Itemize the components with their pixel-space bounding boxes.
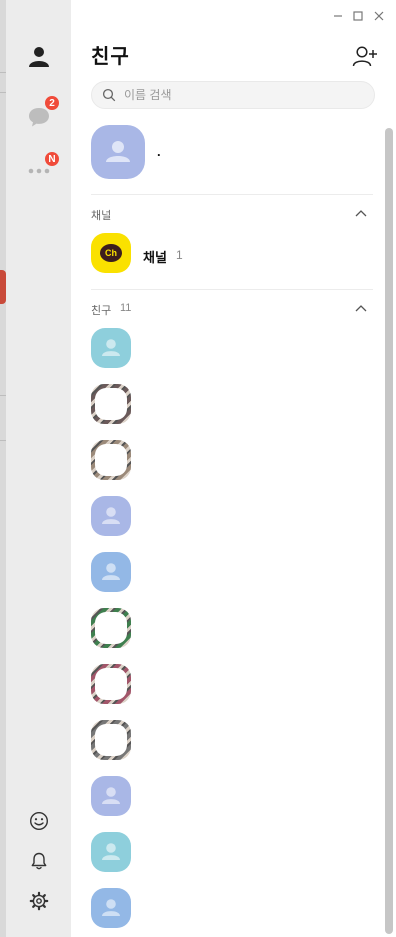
sidebar-item-settings[interactable] (26, 888, 52, 914)
unread-badge: 2 (44, 95, 60, 111)
add-friend-icon (352, 46, 377, 67)
default-avatar-icon (102, 507, 120, 524)
maximize-icon (353, 11, 363, 21)
close-button[interactable] (371, 8, 387, 24)
search-box (91, 81, 375, 109)
sidebar: 2 N (6, 0, 71, 937)
default-avatar-icon (106, 141, 130, 162)
new-badge: N (44, 151, 60, 167)
my-profile-avatar[interactable] (91, 125, 145, 179)
friend-avatar[interactable] (91, 888, 131, 928)
friend-avatar[interactable] (91, 440, 131, 480)
channel-logo-bubble: Ch (100, 244, 122, 262)
sidebar-item-emoticon[interactable] (26, 808, 52, 834)
photo-cutout (95, 612, 127, 644)
channel-logo-text: Ch (105, 248, 117, 258)
friend-avatar[interactable] (91, 328, 131, 368)
sidebar-item-more[interactable]: N (26, 151, 60, 183)
friends-panel: 친구 . 채널 Ch 채널 1 친구 11 (71, 0, 396, 937)
channel-logo[interactable]: Ch (91, 233, 131, 273)
photo-cutout (95, 724, 127, 756)
friend-avatar[interactable] (91, 720, 131, 760)
add-friend-button[interactable] (352, 44, 378, 70)
sidebar-item-friends[interactable] (26, 43, 52, 69)
bell-icon (31, 852, 47, 870)
channel-count: 1 (176, 248, 183, 262)
sidebar-item-notifications[interactable] (26, 848, 52, 874)
search-input[interactable] (122, 87, 356, 103)
photo-cutout (95, 388, 127, 420)
friends-count: 11 (120, 302, 132, 314)
friends-section-label: 친구 (91, 305, 112, 317)
default-avatar-icon (102, 563, 120, 580)
divider (91, 289, 373, 290)
person-icon (29, 47, 49, 67)
channel-name[interactable]: 채널 (143, 247, 167, 266)
gear-icon (29, 891, 49, 911)
friend-avatar[interactable] (91, 608, 131, 648)
friend-avatar[interactable] (91, 776, 131, 816)
default-avatar-icon (102, 899, 120, 916)
minimize-button[interactable] (330, 8, 346, 24)
default-avatar-icon (102, 787, 120, 804)
friend-avatar[interactable] (91, 664, 131, 704)
friend-avatar[interactable] (91, 832, 131, 872)
photo-cutout (95, 668, 127, 700)
divider (91, 194, 373, 195)
my-profile-name[interactable]: . (157, 144, 161, 159)
sidebar-item-chats[interactable]: 2 (26, 95, 60, 130)
smiley-icon (29, 811, 49, 831)
maximize-button[interactable] (350, 8, 366, 24)
default-avatar-icon (102, 843, 120, 860)
close-icon (374, 11, 384, 21)
search-icon (102, 88, 116, 102)
chevron-up-icon[interactable] (355, 304, 367, 312)
friend-avatar[interactable] (91, 384, 131, 424)
photo-cutout (95, 444, 127, 476)
friend-avatar[interactable] (91, 496, 131, 536)
default-avatar-icon (102, 339, 120, 356)
channel-section-label: 채널 (91, 210, 112, 222)
friend-avatar[interactable] (91, 552, 131, 592)
scrollbar-thumb[interactable] (385, 128, 393, 934)
minimize-icon (334, 15, 342, 17)
chevron-up-icon[interactable] (355, 209, 367, 217)
page-title: 친구 (91, 46, 130, 68)
